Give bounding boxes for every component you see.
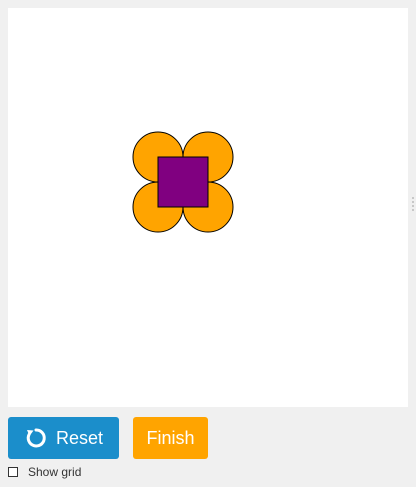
center-square[interactable] bbox=[157, 156, 209, 208]
show-grid-checkbox[interactable] bbox=[8, 467, 18, 477]
show-grid-label: Show grid bbox=[28, 465, 82, 479]
reset-button[interactable]: Reset bbox=[8, 417, 119, 459]
finish-button[interactable]: Finish bbox=[133, 417, 208, 459]
refresh-icon bbox=[24, 426, 48, 450]
finish-label: Finish bbox=[146, 427, 195, 448]
drawing-canvas[interactable] bbox=[8, 8, 408, 407]
show-grid-option[interactable]: Show grid bbox=[8, 464, 81, 480]
shape-layer bbox=[132, 131, 234, 233]
resize-handle[interactable] bbox=[410, 197, 416, 217]
reset-label: Reset bbox=[55, 427, 104, 448]
